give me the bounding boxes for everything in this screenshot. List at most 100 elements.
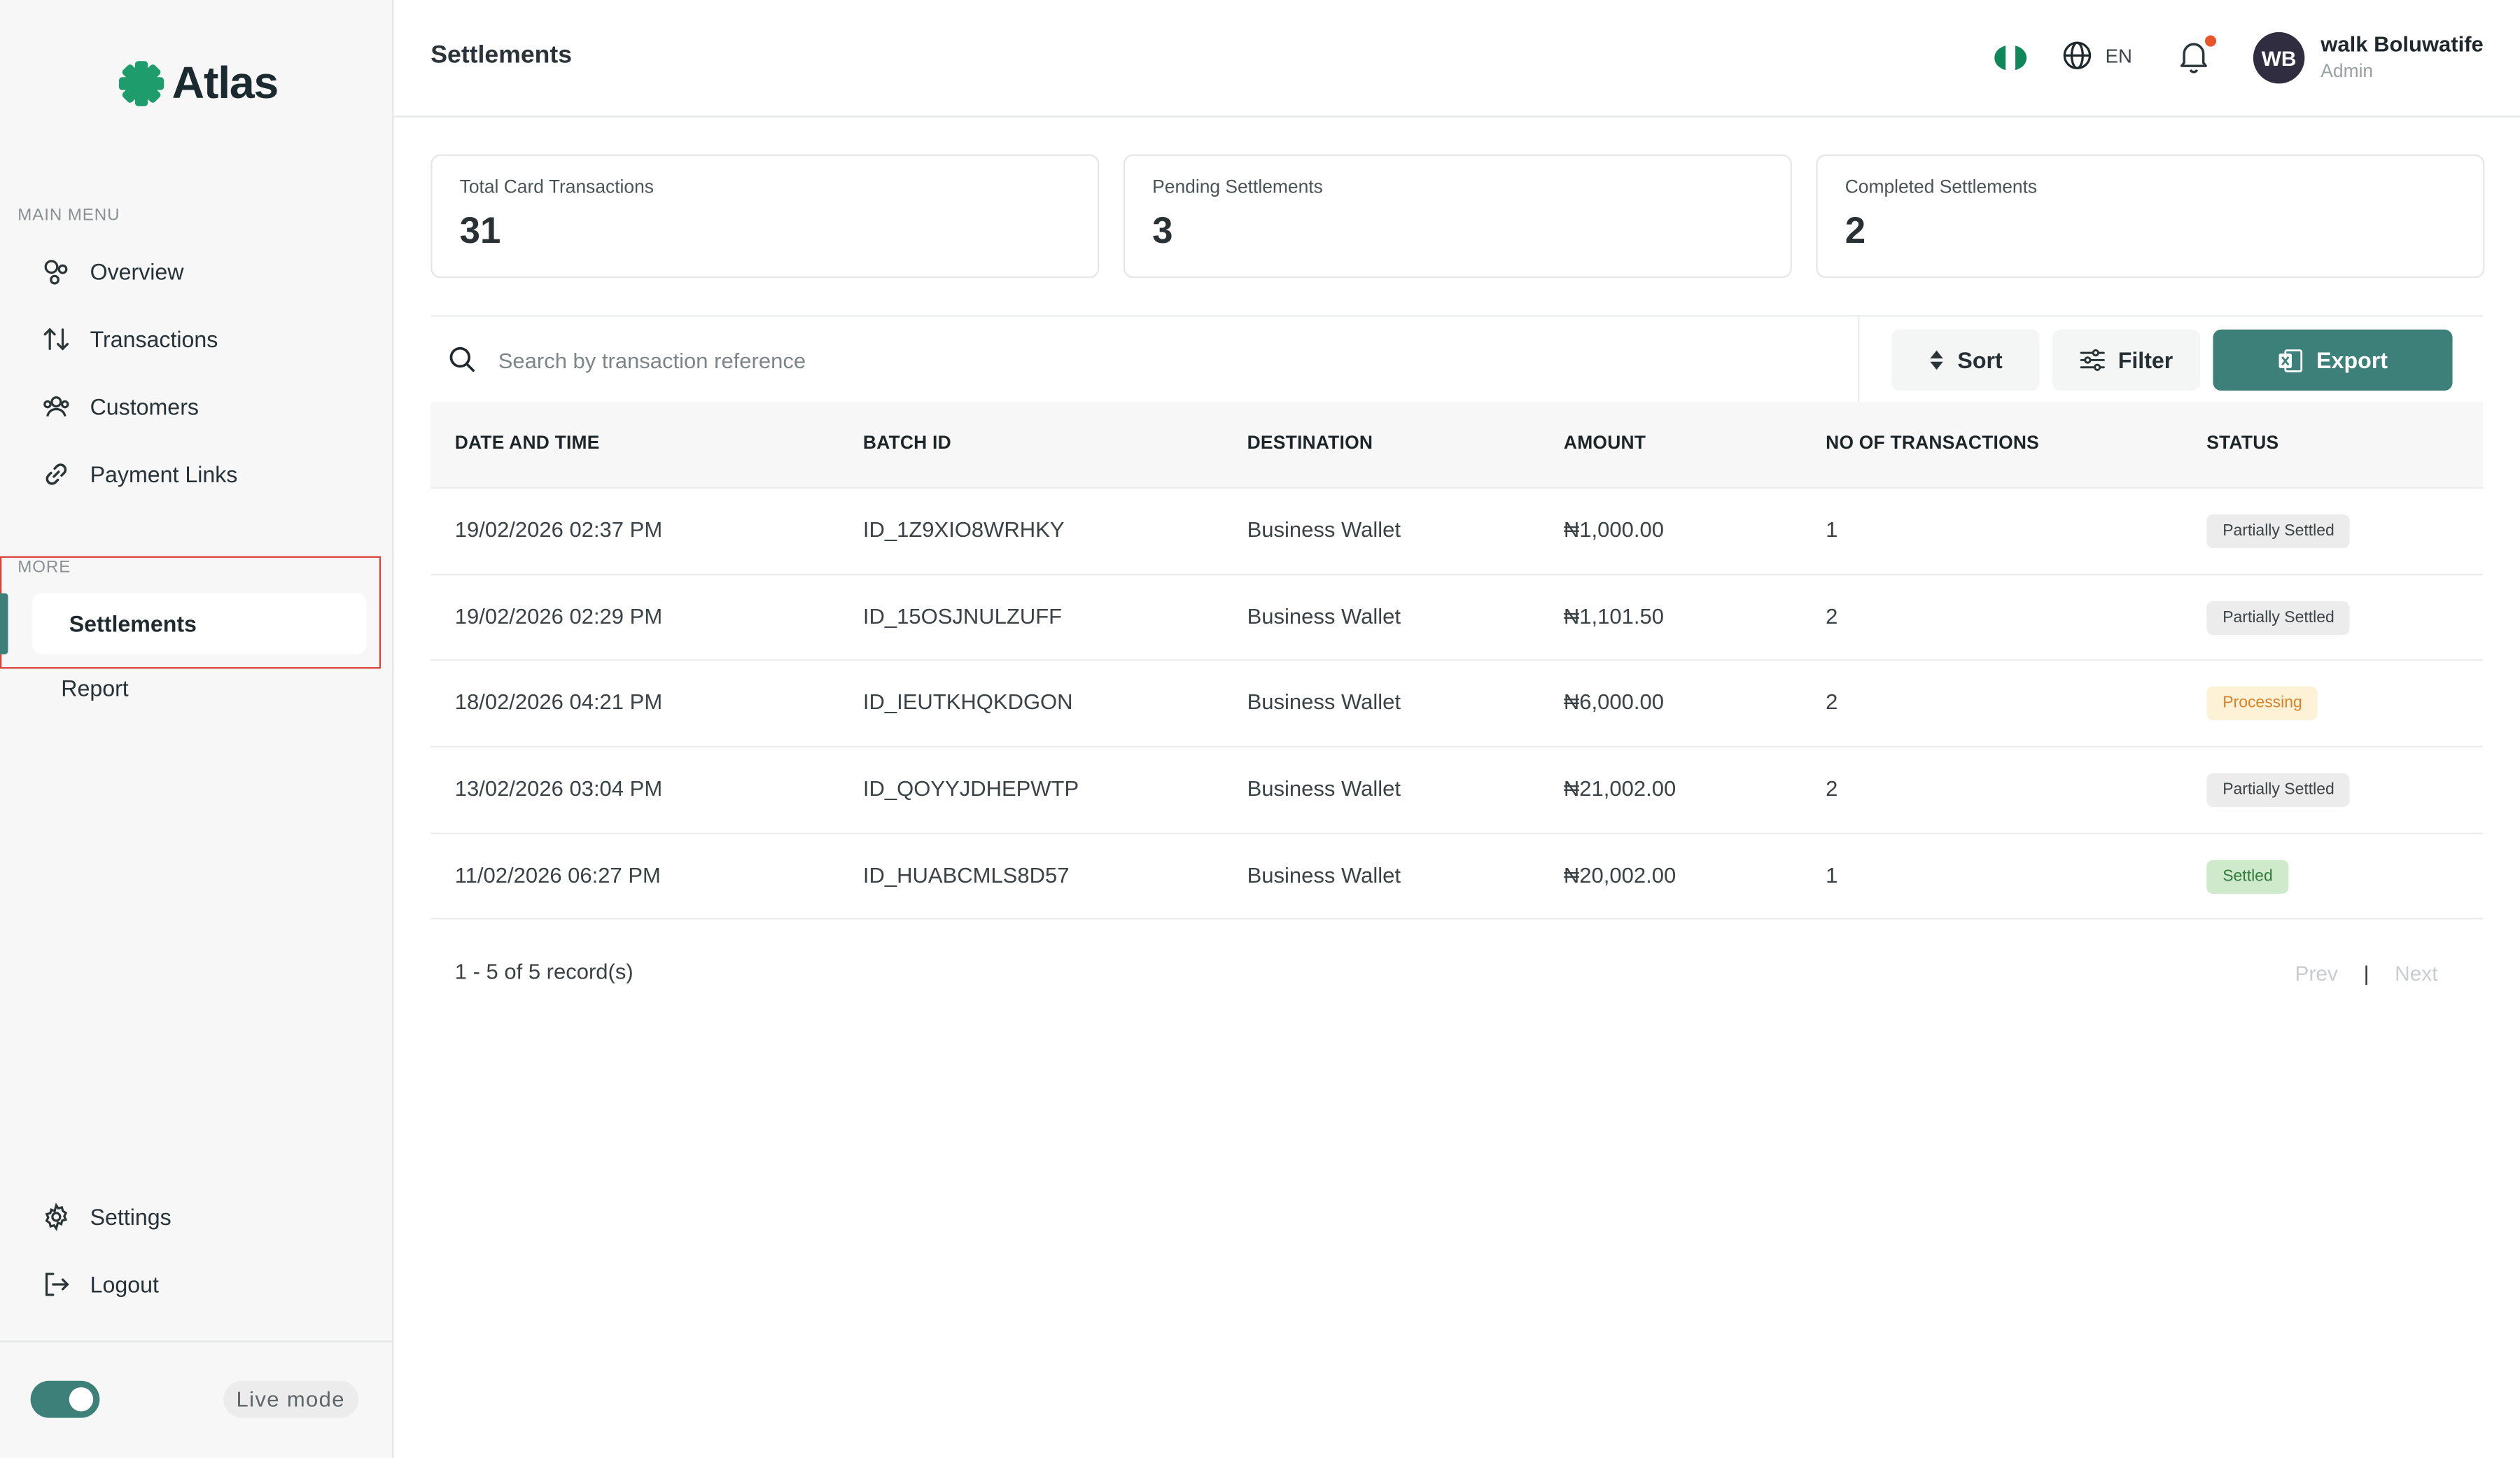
sidebar-item-report[interactable]: Report — [61, 675, 128, 701]
arrows-icon — [43, 328, 69, 351]
cell-date: 19/02/2026 02:29 PM — [454, 603, 663, 629]
cell-batch-id: ID_QOYYJDHEPWTP — [862, 776, 1079, 801]
topbar: Settlements EN WB walk Boluwatife Admin — [393, 0, 2520, 118]
filter-label: Filter — [2118, 347, 2174, 373]
sidebar-item-label: Logout — [90, 1271, 159, 1298]
stat-value: 2 — [1844, 209, 1866, 251]
globe-icon — [2063, 41, 2092, 69]
cell-count: 2 — [1826, 603, 1838, 629]
cell-destination: Business Wallet — [1247, 517, 1401, 542]
export-label: Export — [2316, 347, 2388, 373]
sidebar-item-customers[interactable]: Customers — [42, 387, 199, 426]
excel-icon — [2279, 349, 2303, 372]
search-input[interactable] — [498, 339, 1816, 381]
stat-card-completed-settlements: Completed Settlements 2 — [1816, 154, 2485, 279]
cell-count: 2 — [1826, 776, 1838, 801]
sidebar-item-label: Overview — [90, 258, 184, 285]
export-button[interactable]: Export — [2213, 329, 2453, 391]
logout-icon — [45, 1273, 69, 1296]
status-badge: Processing — [2206, 687, 2318, 721]
sidebar-item-transactions[interactable]: Transactions — [42, 320, 218, 358]
main-content: Settlements EN WB walk Boluwatife Admin … — [393, 0, 2520, 1458]
sort-button[interactable]: Sort — [1891, 329, 2040, 391]
logo-text: Atlas — [172, 57, 279, 108]
sidebar-divider — [0, 1340, 394, 1343]
more-label: MORE — [18, 557, 71, 577]
nigeria-flag-icon[interactable] — [1994, 45, 2027, 71]
sidebar-item-settings[interactable]: Settings — [42, 1198, 172, 1236]
column-header-count[interactable]: NO OF TRANSACTIONS — [1826, 434, 2039, 454]
records-summary: 1 - 5 of 5 record(s) — [454, 960, 634, 984]
cell-batch-id: ID_15OSJNULZUFF — [862, 603, 1063, 629]
stat-label: Completed Settlements — [1844, 178, 2038, 198]
prev-button[interactable]: Prev — [2295, 961, 2338, 985]
cell-amount: ₦1,000.00 — [1563, 517, 1664, 542]
sort-label: Sort — [1957, 347, 2003, 373]
cell-amount: ₦21,002.00 — [1563, 776, 1676, 801]
cell-date: 19/02/2026 02:37 PM — [454, 517, 663, 542]
cell-count: 2 — [1826, 690, 1838, 715]
atlas-logo[interactable]: Atlas — [115, 57, 279, 109]
filter-button[interactable]: Filter — [2052, 329, 2201, 391]
toolbar-separator — [1858, 316, 1860, 404]
sidebar-item-logout[interactable]: Logout — [42, 1265, 159, 1303]
active-indicator — [0, 593, 8, 654]
sort-icon — [1930, 350, 1943, 370]
table-row[interactable]: 13/02/2026 03:04 PM ID_QOYYJDHEPWTP Busi… — [430, 748, 2484, 834]
pagination: Prev | Next — [2295, 961, 2438, 985]
sidebar-item-label: Settings — [90, 1204, 172, 1230]
cell-date: 13/02/2026 03:04 PM — [454, 776, 663, 801]
table-row[interactable]: 11/02/2026 06:27 PM ID_HUABCMLS8D57 Busi… — [430, 834, 2484, 920]
settlements-table: DATE AND TIME BATCH ID DESTINATION AMOUN… — [430, 402, 2484, 920]
sidebar-item-settlements[interactable]: Settlements — [31, 593, 367, 654]
cell-destination: Business Wallet — [1247, 603, 1401, 629]
cell-batch-id: ID_1Z9XIO8WRHKY — [862, 517, 1065, 542]
table-row[interactable]: 19/02/2026 02:29 PM ID_15OSJNULZUFF Busi… — [430, 575, 2484, 661]
user-role: Admin — [2320, 62, 2374, 83]
cell-date: 11/02/2026 06:27 PM — [454, 862, 661, 888]
stat-value: 3 — [1152, 209, 1173, 251]
cell-amount: ₦20,002.00 — [1563, 862, 1676, 888]
bell-icon[interactable] — [2178, 38, 2210, 74]
avatar[interactable]: WB — [2253, 31, 2305, 84]
filter-icon — [2080, 349, 2105, 371]
link-icon — [46, 463, 67, 485]
stat-card-total-card-transactions: Total Card Transactions 31 — [430, 154, 1100, 279]
column-header-batch-id[interactable]: BATCH ID — [863, 434, 951, 454]
status-badge: Partially Settled — [2206, 773, 2351, 808]
live-mode-toggle[interactable] — [30, 1380, 100, 1418]
overview-icon — [44, 260, 68, 285]
column-header-status[interactable]: STATUS — [2206, 434, 2278, 454]
sidebar-item-overview[interactable]: Overview — [42, 253, 184, 291]
sidebar-item-label: Payment Links — [90, 461, 238, 487]
main-menu-label: MAIN MENU — [18, 205, 120, 225]
gear-icon — [45, 1203, 68, 1231]
sidebar: Atlas MAIN MENU Overview Transactions Cu… — [0, 0, 394, 1458]
users-icon — [43, 396, 69, 417]
stat-card-pending-settlements: Pending Settlements 3 — [1123, 154, 1792, 279]
cell-date: 18/02/2026 04:21 PM — [454, 690, 663, 715]
notification-dot — [2204, 35, 2217, 47]
sidebar-item-label: Transactions — [90, 326, 218, 352]
column-header-amount[interactable]: AMOUNT — [1564, 434, 1646, 454]
column-header-destination[interactable]: DESTINATION — [1247, 434, 1373, 454]
cell-count: 1 — [1826, 517, 1838, 542]
column-header-date[interactable]: DATE AND TIME — [455, 434, 600, 454]
cell-amount: ₦6,000.00 — [1563, 690, 1664, 715]
stat-label: Pending Settlements — [1152, 178, 1323, 198]
search-icon — [449, 346, 475, 372]
status-badge: Partially Settled — [2206, 514, 2351, 549]
logo-icon — [118, 61, 164, 106]
table-toolbar: Sort Filter Export — [430, 315, 2484, 404]
language-selector[interactable]: EN — [2062, 40, 2132, 71]
cell-amount: ₦1,101.50 — [1563, 603, 1664, 629]
table-row[interactable]: 18/02/2026 04:21 PM ID_IEUTKHQKDGON Busi… — [430, 661, 2484, 748]
pagination-separator: | — [2363, 961, 2370, 986]
status-badge: Settled — [2206, 860, 2289, 894]
cell-destination: Business Wallet — [1247, 862, 1401, 888]
cell-count: 1 — [1826, 862, 1838, 888]
page-title: Settlements — [430, 41, 573, 69]
sidebar-item-payment-links[interactable]: Payment Links — [42, 455, 238, 493]
next-button[interactable]: Next — [2395, 961, 2437, 985]
table-row[interactable]: 19/02/2026 02:37 PM ID_1Z9XIO8WRHKY Busi… — [430, 489, 2484, 575]
